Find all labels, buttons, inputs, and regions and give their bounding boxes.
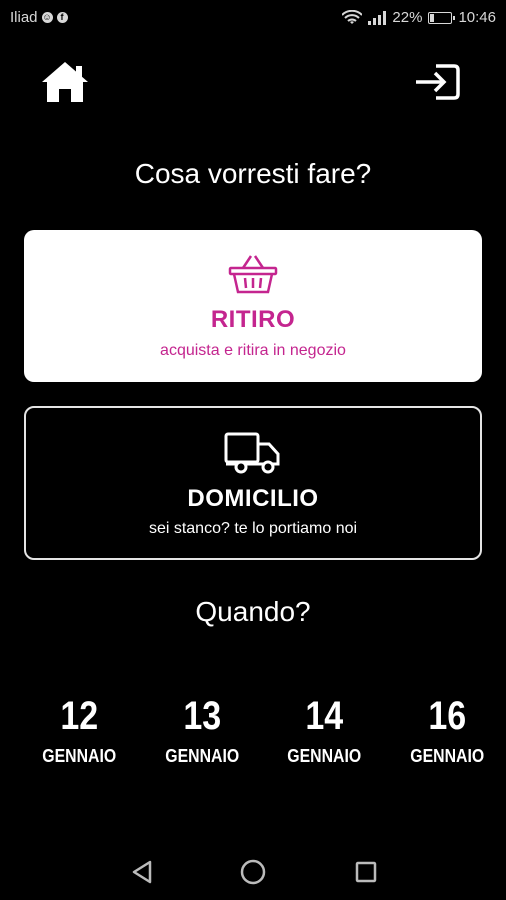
facebook-icon: f	[56, 12, 68, 23]
home-system-button[interactable]	[237, 856, 269, 888]
signal-icon	[368, 10, 387, 25]
basket-icon-wrapper	[24, 252, 482, 301]
question-when: Quando?	[195, 596, 311, 627]
domicilio-option-card[interactable]: DOMICILIO sei stanco? te lo portiamo noi	[24, 406, 482, 560]
battery-icon	[428, 11, 456, 24]
back-triangle-icon	[132, 860, 152, 884]
logout-button[interactable]	[414, 62, 462, 102]
ritiro-option-card[interactable]: RITIRO acquista e ritira in negozio	[24, 230, 482, 382]
status-bar-right: 22% 10:46	[342, 9, 496, 26]
date-day: 13	[182, 694, 221, 738]
date-month: GENNAIO	[42, 746, 117, 766]
home-circle-icon	[240, 859, 266, 885]
status-bar-left: Iliad ☺ f	[10, 9, 68, 26]
back-button[interactable]	[126, 856, 158, 888]
system-nav-bar	[0, 842, 506, 900]
ritiro-subtitle: acquista e ritira in negozio	[160, 342, 346, 359]
date-option[interactable]: 16 GENNAIO	[386, 692, 506, 767]
domicilio-title: DOMICILIO	[187, 485, 319, 512]
battery-fill	[430, 13, 435, 22]
date-day: 14	[305, 694, 344, 738]
domicilio-subtitle: sei stanco? te lo portiamo noi	[148, 520, 358, 537]
truck-icon	[224, 432, 280, 474]
logout-icon	[416, 64, 460, 100]
date-month: GENNAIO	[287, 746, 362, 766]
status-bar: Iliad ☺ f 22% 10:46	[0, 0, 506, 36]
home-button[interactable]	[38, 58, 92, 106]
basket-icon	[228, 255, 278, 294]
top-bar	[0, 58, 506, 110]
battery-percent: 22%	[392, 9, 423, 26]
date-selector: 12 GENNAIO 13 GENNAIO 14 GENNAIO 16 GENN…	[18, 692, 506, 767]
question-what: Cosa vorresti fare?	[134, 158, 372, 189]
date-option[interactable]: 13 GENNAIO	[141, 692, 264, 767]
wifi-icon	[342, 9, 363, 24]
recents-square-icon	[355, 861, 377, 883]
truck-icon-wrapper	[26, 430, 480, 481]
date-option[interactable]: 14 GENNAIO	[263, 692, 386, 767]
ritiro-title: RITIRO	[210, 306, 296, 333]
date-day: 12	[60, 694, 99, 738]
date-month: GENNAIO	[164, 746, 239, 766]
home-icon	[42, 62, 88, 102]
date-option[interactable]: 12 GENNAIO	[18, 692, 141, 767]
carrier-name: Iliad	[10, 9, 38, 26]
clock: 10:46	[458, 9, 496, 26]
recents-button[interactable]	[350, 856, 382, 888]
date-month: GENNAIO	[409, 746, 484, 766]
notification-icon: ☺	[41, 12, 53, 23]
date-day: 16	[427, 694, 466, 738]
